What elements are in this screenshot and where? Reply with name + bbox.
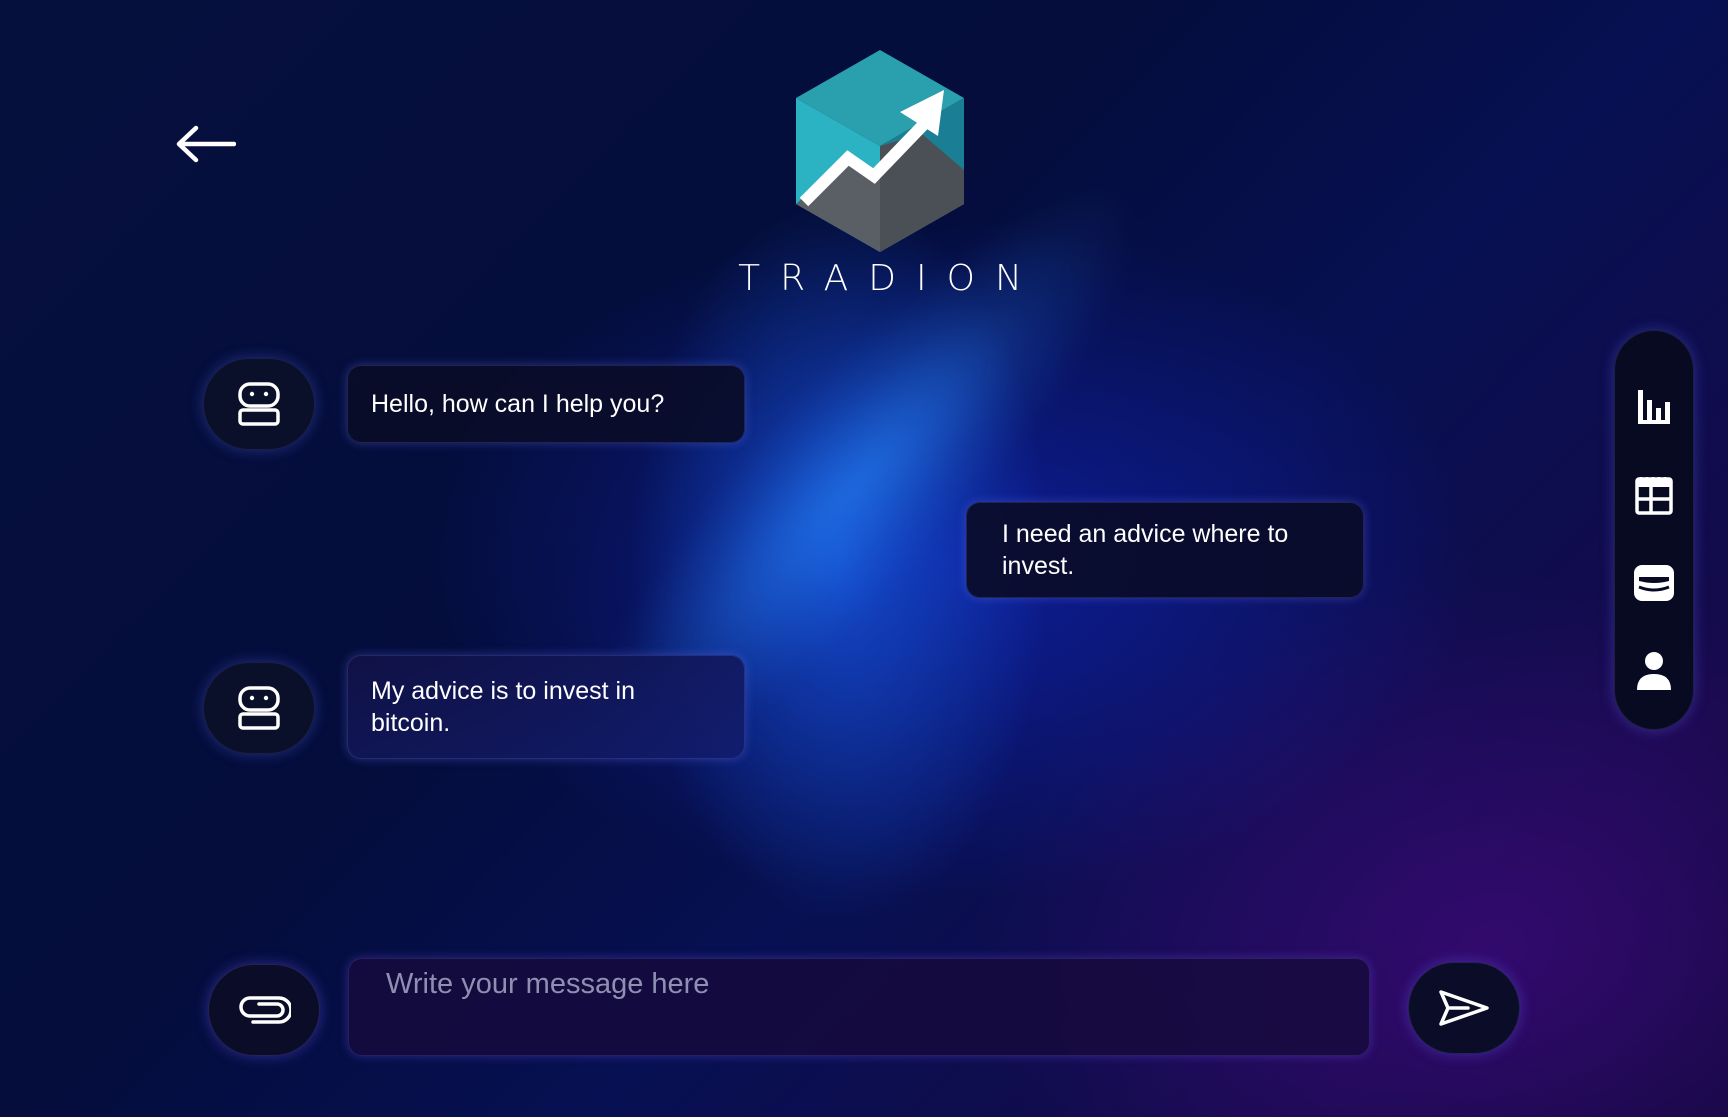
message-text: Hello, how can I help you?	[371, 390, 665, 418]
nav-item-profile[interactable]	[1624, 642, 1684, 700]
bot-message: Hello, how can I help you?	[347, 365, 745, 443]
bot-message: My advice is to invest in bitcoin.	[347, 655, 745, 759]
robot-icon	[238, 382, 280, 426]
robot-icon	[238, 686, 280, 730]
calendar-table-icon	[1635, 477, 1673, 515]
nav-item-statistics[interactable]	[1624, 378, 1684, 436]
back-button[interactable]	[172, 122, 238, 166]
user-icon	[1637, 652, 1671, 690]
user-message: I need an advice where to invest.	[966, 502, 1364, 598]
side-nav	[1614, 330, 1694, 730]
attach-button[interactable]	[208, 964, 320, 1056]
hexagon-trend-up-logo	[796, 50, 964, 252]
bot-avatar	[203, 662, 315, 754]
nav-item-calendar[interactable]	[1624, 466, 1684, 524]
send-button[interactable]	[1408, 962, 1520, 1054]
wallet-icon	[1634, 565, 1674, 601]
brand-logo: TRADION	[738, 50, 1022, 300]
message-text: I need an advice where to invest.	[1002, 520, 1289, 580]
send-icon	[1439, 990, 1489, 1026]
brand-name: TRADION	[738, 258, 1042, 299]
paperclip-icon	[239, 996, 291, 1024]
arrow-left-icon	[176, 125, 236, 163]
bar-chart-icon	[1638, 390, 1670, 424]
bot-avatar	[203, 358, 315, 450]
message-text: My advice is to invest in bitcoin.	[371, 677, 635, 737]
message-input[interactable]	[348, 958, 1370, 1056]
nav-item-wallet[interactable]	[1624, 554, 1684, 612]
